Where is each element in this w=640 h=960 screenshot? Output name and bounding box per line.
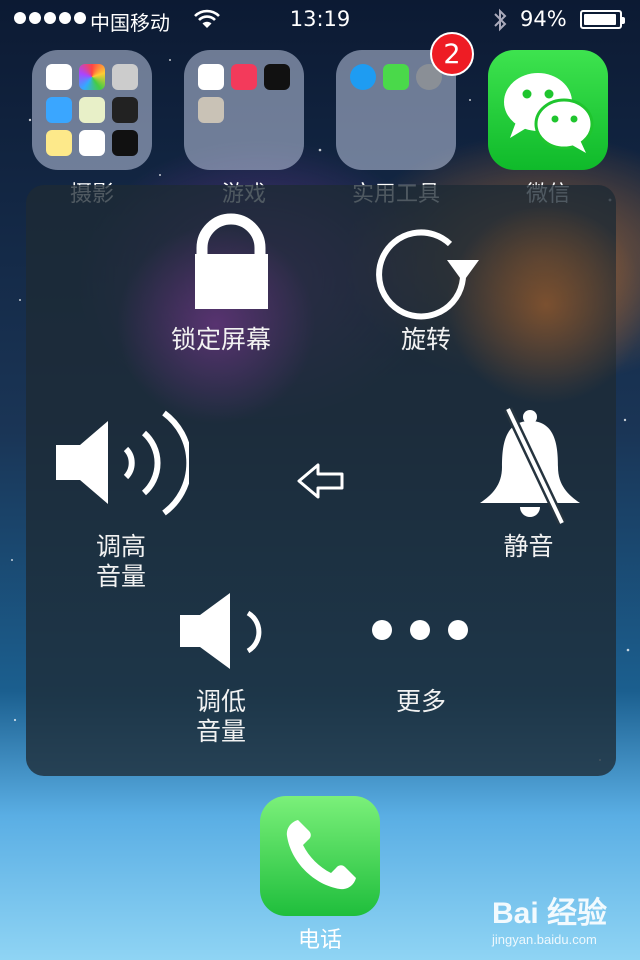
stocks-icon	[112, 130, 138, 156]
app-store-icon	[350, 64, 376, 90]
baidu-watermark: Bai 经验 jingyan.baidu.com	[492, 888, 622, 947]
rotate-button[interactable]	[371, 210, 481, 320]
status-bar: 中国移动 13:19 94%	[0, 0, 640, 40]
speaker-loud-icon	[56, 410, 193, 516]
battery-icon	[580, 10, 625, 29]
bluetooth-icon	[494, 8, 507, 32]
wechat-logo-icon	[504, 73, 594, 153]
volume-up-button[interactable]	[54, 407, 193, 522]
baidu-icon	[198, 64, 224, 90]
more-button[interactable]	[364, 610, 474, 650]
lock-icon	[195, 213, 268, 309]
folder-games[interactable]	[184, 50, 304, 170]
photos-icon	[79, 64, 105, 90]
notification-badge: 2	[430, 32, 474, 76]
back-arrow-icon	[297, 463, 344, 499]
rotate-label: 旋转	[400, 325, 451, 354]
volume-down-label: 调低 音量	[195, 687, 246, 746]
reminders-icon	[79, 130, 105, 156]
messages-icon	[383, 64, 409, 90]
phone-handset-icon	[286, 820, 356, 890]
mute-label: 静音	[503, 532, 554, 561]
assistive-touch-menu: 锁定屏幕 旋转 调高 音量 静音 调低 音量 更多	[26, 185, 640, 776]
mute-button[interactable]	[474, 407, 589, 527]
maps-icon	[79, 97, 105, 123]
notes-icon	[46, 130, 72, 156]
bell-muted-icon	[480, 407, 580, 525]
contacts-icon	[198, 97, 224, 123]
phone-app-icon[interactable]	[260, 796, 380, 916]
rotate-icon	[376, 229, 479, 320]
speaker-low-icon	[180, 593, 262, 669]
volume-up-label: 调高 音量	[95, 532, 146, 591]
wechat-app-icon[interactable]	[488, 50, 608, 170]
watermark-url: jingyan.baidu.com	[492, 932, 597, 947]
calendar-icon	[46, 64, 72, 90]
weather-icon	[46, 97, 72, 123]
lock-screen-label: 锁定屏幕	[170, 325, 271, 354]
watermark-brand: Bai 经验	[492, 897, 608, 930]
phone-app-label: 电话	[297, 928, 342, 953]
back-button[interactable]	[296, 461, 346, 501]
camera-icon	[112, 64, 138, 90]
ellipsis-icon	[372, 620, 468, 640]
volume-down-button[interactable]	[178, 593, 268, 673]
battery-percent: 94%	[520, 7, 567, 31]
folder-photography[interactable]	[32, 50, 152, 170]
game-center-icon	[264, 64, 290, 90]
video-icon	[112, 97, 138, 123]
more-label: 更多	[395, 687, 446, 716]
music-icon	[231, 64, 257, 90]
